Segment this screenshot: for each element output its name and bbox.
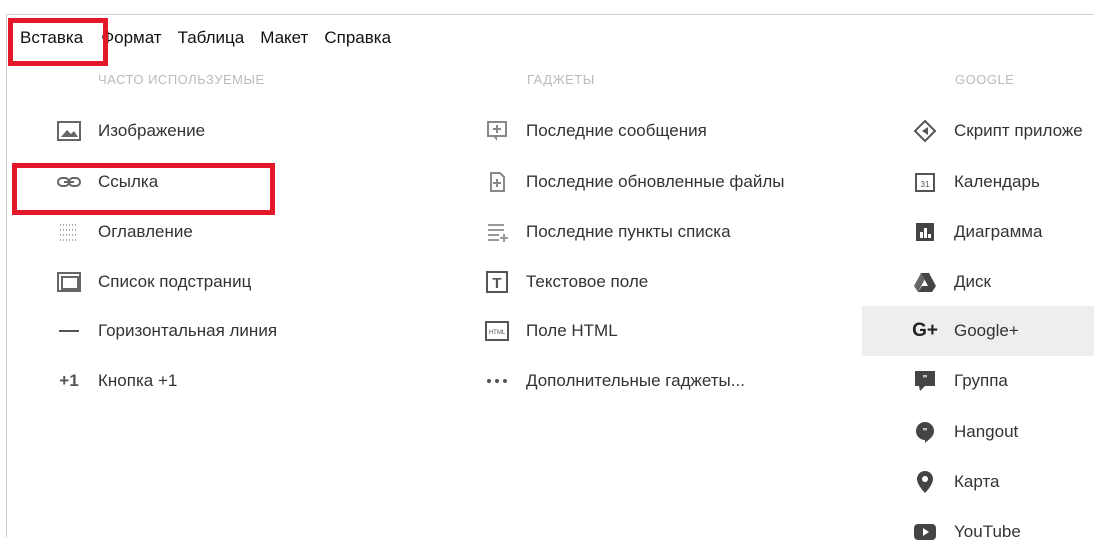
svg-text:T: T: [492, 275, 501, 292]
horizontal-line-icon: [54, 319, 84, 343]
menu-item-more-gadgets[interactable]: Дополнительные гаджеты...: [482, 363, 745, 399]
section-title-gadgets: ГАДЖЕТЫ: [527, 72, 595, 87]
table-of-contents-icon: [54, 220, 84, 244]
subpages-list-icon: [54, 270, 84, 294]
menu-item-label: Календарь: [954, 172, 1040, 191]
menu-item-label: Оглавление: [98, 222, 193, 241]
menu-item-drive[interactable]: Диск: [910, 264, 991, 300]
menu-item-toc[interactable]: Оглавление: [54, 214, 193, 250]
menu-item-link[interactable]: Ссылка: [54, 164, 158, 200]
menu-item-label: Кнопка +1: [98, 371, 178, 390]
text-box-icon: T: [482, 270, 512, 294]
recent-files-icon: [482, 170, 512, 194]
menu-item-label: Hangout: [954, 422, 1019, 441]
menu-item-hangout[interactable]: " Hangout: [910, 414, 1018, 450]
link-icon: [54, 170, 84, 194]
menu-item-html-box[interactable]: HTML Поле HTML: [482, 313, 618, 349]
section-title-frequent: ЧАСТО ИСПОЛЬЗУЕМЫЕ: [98, 72, 265, 87]
menu-item-calendar[interactable]: 31 Календарь: [910, 164, 1040, 200]
svg-text:31: 31: [921, 180, 930, 189]
menu-item-plus-one[interactable]: +1 Кнопка +1: [54, 363, 177, 399]
menu-item-label: Google+: [954, 321, 1019, 340]
menu-item-recent-files[interactable]: Последние обновленные файлы: [482, 164, 784, 200]
menu-item-label: Дополнительные гаджеты...: [526, 371, 745, 390]
menu-item-label: Список подстраниц: [98, 272, 252, 291]
group-icon: ": [910, 369, 940, 393]
map-pin-icon: [910, 470, 940, 494]
menu-item-group[interactable]: " Группа: [910, 363, 1008, 399]
section-title-google: GOOGLE: [955, 72, 1015, 87]
google-plus-icon: G+: [912, 320, 938, 341]
calendar-icon: 31: [910, 170, 940, 194]
svg-text:": ": [923, 374, 928, 385]
menu-item-apps-script[interactable]: Скрипт приложе: [910, 113, 1083, 149]
plus-one-icon: +1: [59, 371, 79, 390]
window-top-border: [6, 14, 1094, 15]
menu-item-chart[interactable]: Диаграмма: [910, 214, 1042, 250]
highlight-insert-menu: [8, 18, 108, 66]
menu-item-label: YouTube: [954, 522, 1021, 541]
menu-item-label: Ссылка: [98, 172, 159, 191]
menu-item-google-plus[interactable]: G+ Google+: [910, 313, 1019, 349]
menu-item-label: Карта: [954, 472, 1000, 491]
menu-item-text-box[interactable]: T Текстовое поле: [482, 264, 648, 300]
menu-item-label: Текстовое поле: [526, 272, 649, 291]
window-left-border: [6, 14, 7, 537]
menu-help[interactable]: Справка: [320, 23, 395, 53]
menu-item-subpages[interactable]: Список подстраниц: [54, 264, 251, 300]
hangout-icon: ": [910, 420, 940, 444]
menu-item-horizontal-line[interactable]: Горизонтальная линия: [54, 313, 277, 349]
image-icon: [54, 119, 84, 143]
drive-icon: [910, 270, 940, 294]
menu-item-map[interactable]: Карта: [910, 464, 1000, 500]
menu-item-youtube[interactable]: YouTube: [910, 514, 1021, 550]
apps-script-icon: [910, 119, 940, 143]
menu-layout[interactable]: Макет: [256, 23, 312, 53]
menu-item-label: Последние сообщения: [526, 121, 707, 140]
menu-item-label: Последние обновленные файлы: [526, 172, 785, 191]
svg-text:HTML: HTML: [489, 330, 506, 336]
menu-item-label: Диск: [954, 272, 991, 291]
menu-table[interactable]: Таблица: [174, 23, 249, 53]
more-gadgets-icon: [482, 369, 512, 393]
menu-item-label: Последние пункты списка: [526, 222, 731, 241]
recent-list-items-icon: [482, 220, 512, 244]
svg-text:": ": [923, 427, 928, 438]
menu-item-recent-list-items[interactable]: Последние пункты списка: [482, 214, 731, 250]
menu-item-label: Скрипт приложе: [954, 121, 1083, 140]
menu-item-label: Горизонтальная линия: [98, 321, 278, 340]
menu-item-image[interactable]: Изображение: [54, 113, 205, 149]
menu-item-label: Группа: [954, 371, 1008, 390]
menu-item-label: Изображение: [98, 121, 206, 140]
menu-item-label: Поле HTML: [526, 321, 618, 340]
menu-item-recent-posts[interactable]: Последние сообщения: [482, 113, 707, 149]
menu-item-label: Диаграмма: [954, 222, 1043, 241]
html-box-icon: HTML: [482, 319, 512, 343]
recent-posts-icon: [482, 119, 512, 143]
youtube-icon: [910, 520, 940, 544]
chart-icon: [910, 220, 940, 244]
